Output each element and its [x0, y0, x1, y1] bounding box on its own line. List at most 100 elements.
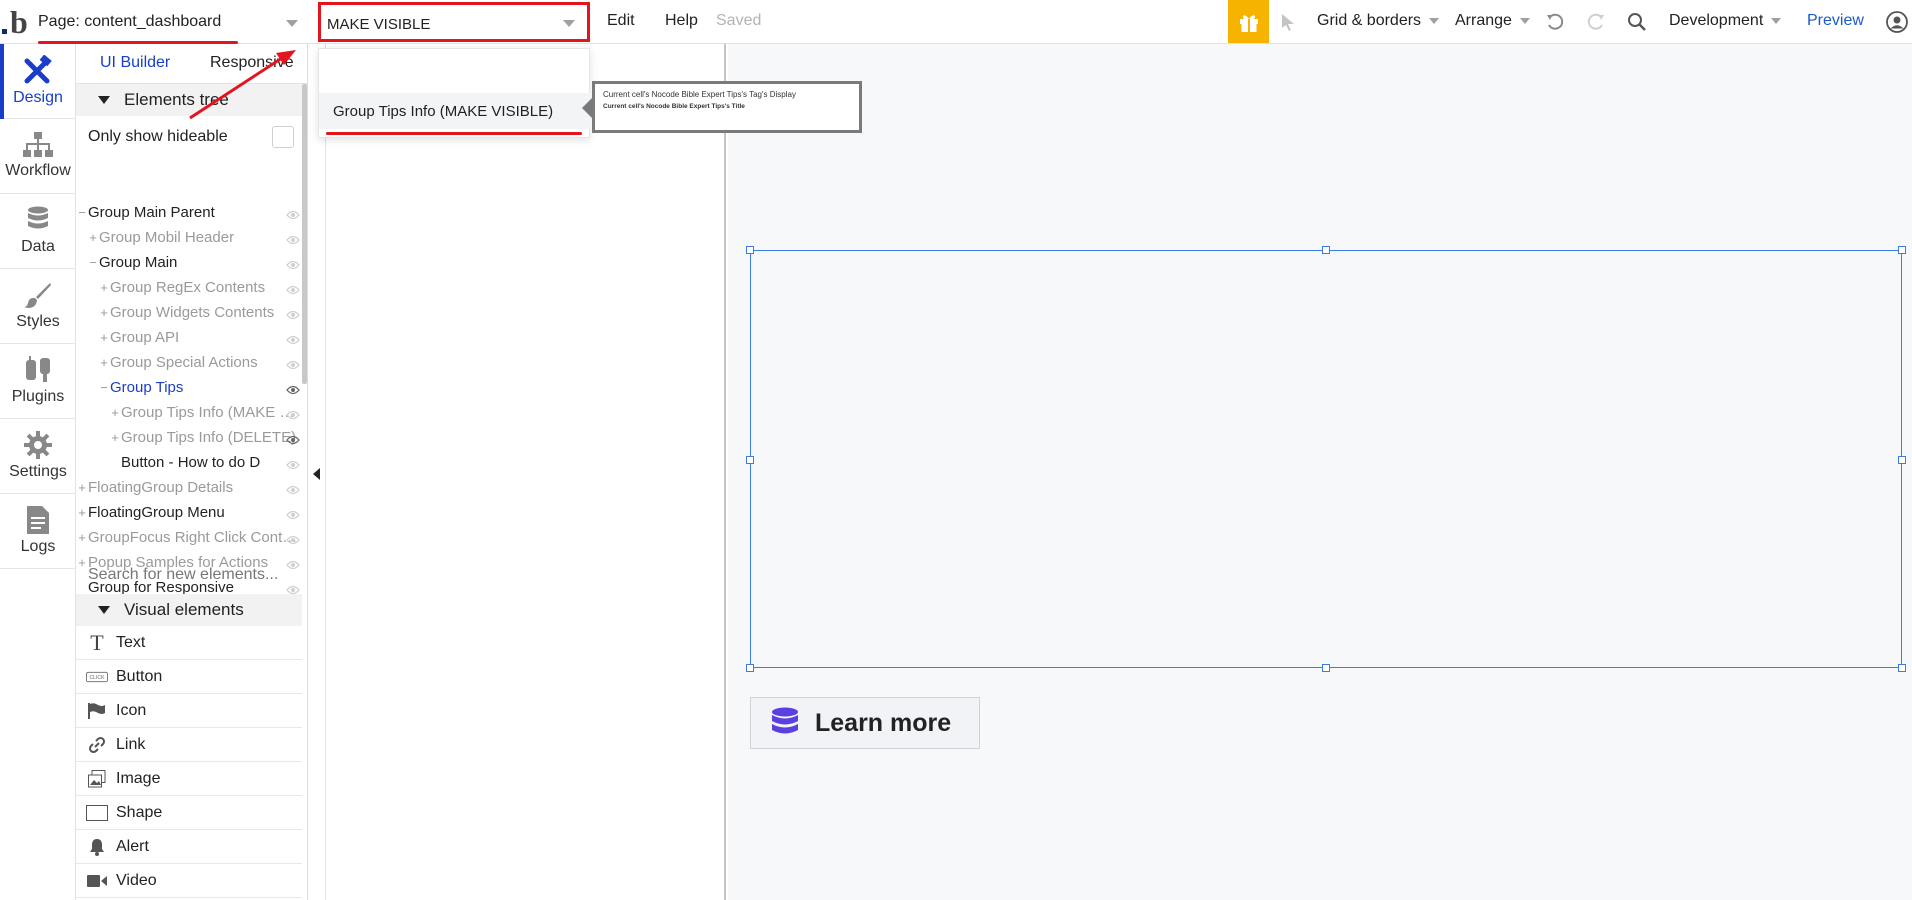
arrange-dropdown[interactable]: Arrange [1455, 12, 1530, 30]
expand-icon[interactable]: + [99, 280, 109, 295]
search-result-item[interactable]: Group Tips Info (MAKE VISIBLE) [319, 93, 591, 129]
page-selector[interactable]: Page: content_dashboard [38, 4, 308, 40]
visual-element-link[interactable]: Link [76, 728, 302, 762]
resize-handle[interactable] [1898, 664, 1906, 672]
visual-elements-header[interactable]: Visual elements [76, 594, 302, 626]
tree-item[interactable]: Button - How to do D [76, 450, 302, 475]
tree-item[interactable]: + GroupFocus Right Click Context [76, 525, 302, 550]
expand-icon[interactable]: + [77, 555, 87, 570]
visual-element-button[interactable]: CLICK Button [76, 660, 302, 694]
resize-handle[interactable] [746, 246, 754, 254]
tree-item[interactable]: + Group RegEx Contents [76, 275, 302, 300]
tree-item[interactable]: + Group API [76, 325, 302, 350]
top-bar: b Page: content_dashboard Edit Help Save… [0, 0, 1912, 44]
redo-icon[interactable] [1583, 9, 1609, 35]
grid-borders-dropdown[interactable]: Grid & borders [1317, 12, 1440, 30]
eye-icon[interactable] [286, 232, 300, 245]
user-icon[interactable] [1884, 9, 1910, 35]
visual-element-alert[interactable]: Alert [76, 830, 302, 864]
tree-item[interactable]: + Group Special Actions [76, 350, 302, 375]
tree-item[interactable]: − Group Tips [76, 375, 302, 400]
resize-handle[interactable] [746, 456, 754, 464]
collapse-icon[interactable]: − [99, 380, 109, 395]
element-search-field[interactable] [318, 2, 590, 42]
collapse-icon[interactable]: − [77, 205, 87, 220]
environment-dropdown[interactable]: Development [1669, 12, 1782, 30]
eye-icon[interactable] [286, 557, 300, 570]
visual-element-image[interactable]: Image [76, 762, 302, 796]
tab-responsive[interactable]: Responsive [210, 54, 294, 72]
tree-item[interactable]: − Group Main Parent [76, 200, 302, 225]
expand-icon[interactable]: + [110, 430, 120, 445]
eye-icon[interactable] [286, 482, 300, 495]
eye-icon[interactable] [286, 282, 300, 295]
tree-item[interactable]: +Group Tips Info (MAKE VISIBLE) [76, 400, 302, 425]
visual-element-text[interactable]: T Text [76, 626, 302, 660]
expand-icon[interactable]: + [99, 305, 109, 320]
nav-plugins[interactable]: Plugins [0, 344, 76, 419]
nav-design[interactable]: Design [0, 44, 76, 119]
preview-link[interactable]: Preview [1807, 12, 1864, 30]
eye-icon[interactable] [286, 307, 300, 320]
only-show-hideable-checkbox[interactable] [272, 126, 294, 148]
nav-logs[interactable]: Logs [0, 494, 76, 569]
eye-icon[interactable] [286, 382, 300, 395]
resize-handle[interactable] [1322, 246, 1330, 254]
collapse-icon[interactable]: − [88, 255, 98, 270]
eye-icon[interactable] [286, 432, 300, 445]
expand-icon[interactable]: + [99, 330, 109, 345]
edit-menu[interactable]: Edit [607, 12, 635, 30]
element-search-input[interactable] [327, 13, 547, 35]
elements-tree-header[interactable]: Elements tree [76, 84, 302, 116]
expand-icon[interactable]: + [77, 505, 87, 520]
svg-text:CLICK: CLICK [90, 675, 106, 681]
expand-icon[interactable]: + [88, 230, 98, 245]
resize-handle[interactable] [1322, 664, 1330, 672]
tree-item-label: Group Main [99, 254, 178, 271]
page-selector-label: Page: content_dashboard [38, 13, 222, 30]
panel-scrollbar[interactable] [302, 84, 307, 384]
nav-workflow[interactable]: Workflow [0, 119, 76, 194]
undo-icon[interactable] [1542, 9, 1568, 35]
pointer-icon[interactable] [1275, 9, 1301, 35]
visual-element-shape[interactable]: Shape [76, 796, 302, 830]
expand-icon[interactable]: + [77, 480, 87, 495]
eye-icon[interactable] [286, 507, 300, 520]
search-new-elements[interactable]: Search for new elements... [88, 566, 278, 584]
page-white-area[interactable] [326, 44, 726, 900]
help-menu[interactable]: Help [665, 12, 698, 30]
expand-icon[interactable]: + [77, 530, 87, 545]
search-icon[interactable] [1624, 9, 1650, 35]
eye-icon[interactable] [286, 407, 300, 420]
visual-element-video[interactable]: Video [76, 864, 302, 898]
tree-item[interactable]: + Group Mobil Header [76, 225, 302, 250]
eye-icon[interactable] [286, 207, 300, 220]
bubble-logo[interactable]: b [2, 3, 32, 41]
expand-icon[interactable]: + [110, 405, 120, 420]
collapse-left-icon[interactable] [313, 468, 320, 480]
visual-element-icon[interactable]: Icon [76, 694, 302, 728]
gift-icon[interactable] [1228, 0, 1269, 43]
learn-more-button[interactable]: Learn more [750, 697, 980, 749]
tree-item[interactable]: + FloatingGroup Menu [76, 500, 302, 525]
eye-icon[interactable] [286, 532, 300, 545]
tab-ui-builder[interactable]: UI Builder [100, 54, 170, 72]
resize-handle[interactable] [1898, 456, 1906, 464]
nav-settings[interactable]: Settings [0, 419, 76, 494]
eye-icon[interactable] [286, 332, 300, 345]
eye-icon[interactable] [286, 257, 300, 270]
selected-group-box[interactable] [750, 250, 1902, 668]
eye-icon[interactable] [286, 457, 300, 470]
nav-styles[interactable]: Styles [0, 269, 76, 344]
eye-icon[interactable] [286, 582, 300, 595]
resize-handle[interactable] [1898, 246, 1906, 254]
tree-item[interactable]: + Group Widgets Contents [76, 300, 302, 325]
panel-collapse-strip[interactable] [308, 44, 326, 900]
expand-icon[interactable]: + [99, 355, 109, 370]
tree-item[interactable]: + Group Tips Info (DELETE) [76, 425, 302, 450]
tree-item[interactable]: + FloatingGroup Details [76, 475, 302, 500]
resize-handle[interactable] [746, 664, 754, 672]
eye-icon[interactable] [286, 357, 300, 370]
nav-data[interactable]: Data [0, 194, 76, 269]
tree-item[interactable]: − Group Main [76, 250, 302, 275]
